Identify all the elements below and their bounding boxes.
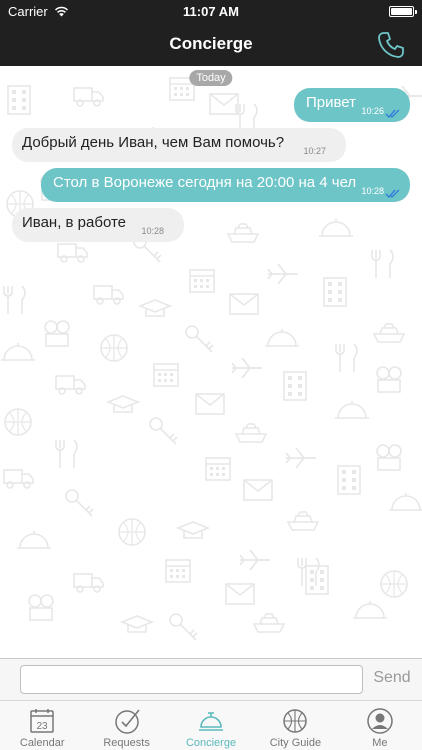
nav-bar: Concierge bbox=[0, 22, 422, 66]
tab-label: Me bbox=[372, 737, 388, 749]
calendar-day: 23 bbox=[37, 721, 49, 732]
status-left: Carrier bbox=[8, 4, 69, 19]
tab-label: City Guide bbox=[269, 737, 322, 749]
message-time: 10:26 bbox=[361, 106, 384, 116]
battery-icon bbox=[389, 5, 417, 17]
message-incoming[interactable]: Иван, в работе 10:28 bbox=[12, 208, 184, 242]
message-time: 10:28 bbox=[141, 226, 164, 236]
chat-area[interactable]: Today Привет 10:26 Добрый день Иван, чем… bbox=[0, 66, 422, 658]
message-input-bar: Send bbox=[0, 658, 422, 700]
tab-label: Requests bbox=[103, 737, 150, 749]
status-bar: Carrier 11:07 AM bbox=[0, 0, 422, 22]
tab-city-guide[interactable]: City Guide bbox=[253, 701, 337, 750]
message-input[interactable] bbox=[20, 665, 363, 694]
globe-icon bbox=[283, 709, 308, 733]
calendar-icon: 23 bbox=[30, 709, 54, 733]
message-time: 10:28 bbox=[361, 186, 384, 196]
tab-calendar[interactable]: 23 Calendar bbox=[0, 701, 84, 750]
tab-requests[interactable]: Requests bbox=[84, 701, 168, 750]
wifi-icon bbox=[54, 6, 68, 16]
tab-label: Calendar bbox=[19, 737, 65, 749]
date-separator: Today bbox=[189, 70, 233, 86]
tab-me[interactable]: Me bbox=[338, 701, 422, 750]
phone-icon[interactable] bbox=[376, 30, 406, 60]
page-title: Concierge bbox=[169, 34, 253, 53]
checkmark-circle-icon bbox=[114, 709, 140, 734]
tab-label: Concierge bbox=[185, 737, 237, 749]
service-bell-icon bbox=[199, 712, 224, 731]
user-icon bbox=[367, 708, 393, 734]
message-outgoing[interactable]: Привет 10:26 bbox=[294, 88, 410, 122]
carrier-label: Carrier bbox=[8, 3, 48, 19]
message-text: Добрый день Иван, чем Вам помочь? bbox=[22, 134, 285, 151]
read-check-icon bbox=[385, 189, 400, 198]
send-button[interactable]: Send bbox=[369, 669, 415, 687]
message-incoming[interactable]: Добрый день Иван, чем Вам помочь? 10:27 bbox=[12, 128, 346, 162]
message-text: Стол в Воронеже сегодня на 20:00 на 4 че… bbox=[53, 174, 357, 191]
read-check-icon bbox=[385, 109, 400, 118]
message-outgoing[interactable]: Стол в Воронеже сегодня на 20:00 на 4 че… bbox=[41, 168, 410, 202]
tab-concierge[interactable]: Concierge bbox=[169, 701, 253, 750]
tab-bar: 23 Calendar Requests Concierge City Guid… bbox=[0, 700, 422, 750]
message-time: 10:27 bbox=[303, 146, 326, 156]
